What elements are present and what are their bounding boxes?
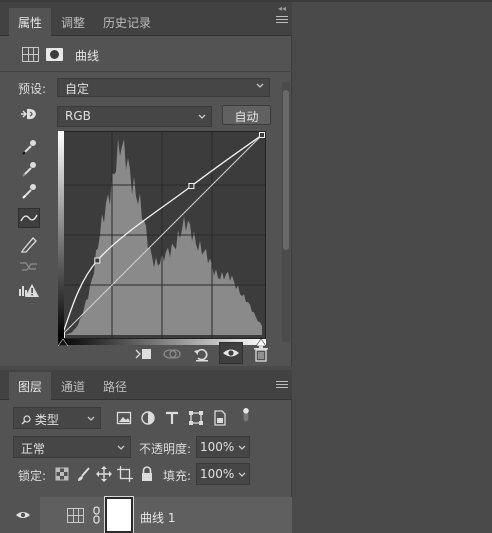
collapse-icon[interactable]: ◂◂ <box>278 4 286 13</box>
opacity-field[interactable]: 100% <box>196 436 250 458</box>
type-layer-filter-icon[interactable] <box>164 410 180 426</box>
adjustment-title: 曲线 <box>75 49 100 63</box>
tab-paths[interactable]: 路径 <box>94 372 136 400</box>
lock-all-icon[interactable] <box>139 466 155 482</box>
adjustment-header: 曲线 <box>0 36 292 72</box>
tab-label: 历史记录 <box>103 16 152 30</box>
curve-control-point[interactable] <box>188 182 195 189</box>
view-previous-icon[interactable] <box>163 346 181 362</box>
fill-value: 100% <box>200 467 235 481</box>
gray-point-eyedropper-icon[interactable] <box>18 159 40 179</box>
lock-image-pixels-icon[interactable] <box>76 466 92 482</box>
curve-tool-button[interactable] <box>18 208 40 228</box>
lock-artboard-icon[interactable] <box>117 466 133 482</box>
preset-value: 自定 <box>65 82 90 96</box>
properties-scrollbar-thumb[interactable] <box>283 90 289 250</box>
shape-layer-filter-icon[interactable] <box>188 410 204 426</box>
fill-field[interactable]: 100% <box>196 463 250 485</box>
panel-menu-icon[interactable] <box>276 381 288 390</box>
adjustment-layer-filter-icon[interactable] <box>140 410 156 426</box>
on-image-adjust-icon[interactable] <box>18 106 40 122</box>
chevron-down-icon[interactable] <box>238 444 246 452</box>
preset-label: 预设: <box>18 82 47 96</box>
curve-control-point[interactable] <box>94 257 101 264</box>
clipping-warning-icon[interactable] <box>18 280 40 300</box>
delete-icon[interactable] <box>252 346 270 362</box>
filter-type-select[interactable]: 类型 <box>13 407 101 429</box>
curves-graph[interactable] <box>58 131 266 339</box>
search-icon <box>21 415 31 425</box>
reset-icon[interactable] <box>193 346 211 362</box>
smooth-icon[interactable] <box>18 255 40 275</box>
tab-label: 调整 <box>61 16 86 30</box>
fill-label: 填充: <box>163 469 192 483</box>
curve-tool-icon <box>20 214 38 222</box>
black-point-eyedropper-icon[interactable] <box>18 137 40 157</box>
auto-button[interactable]: 自动 <box>222 105 271 125</box>
link-icon[interactable] <box>92 506 101 524</box>
tab-label: 路径 <box>103 380 128 394</box>
pencil-icon[interactable] <box>18 233 40 253</box>
layer-visibility-eye-icon[interactable] <box>15 509 31 521</box>
filter-type-label: 类型 <box>34 413 59 427</box>
curve-plot[interactable] <box>59 132 265 338</box>
tab-adjustments[interactable]: 调整 <box>52 8 94 36</box>
filter-toggle-icon[interactable] <box>238 406 254 422</box>
lock-position-icon[interactable] <box>96 466 112 482</box>
curves-layer-icon <box>67 508 84 523</box>
white-point-eyedropper-icon[interactable] <box>18 181 40 201</box>
layer-row[interactable]: 曲线 1 <box>0 496 292 533</box>
lock-label: 锁定: <box>18 469 47 483</box>
channel-value: RGB <box>65 109 91 123</box>
smart-object-filter-icon[interactable] <box>212 410 228 426</box>
pixel-layer-filter-icon[interactable] <box>116 410 132 426</box>
tab-properties[interactable]: 属性 <box>9 8 52 36</box>
tab-layers[interactable]: 图层 <box>9 372 52 400</box>
channel-select[interactable]: RGB <box>57 106 212 127</box>
layer-mask-icon[interactable] <box>46 48 63 61</box>
lock-transparent-pixels-icon[interactable] <box>54 466 70 482</box>
opacity-value: 100% <box>200 440 235 454</box>
clip-to-layer-icon[interactable] <box>134 346 152 362</box>
visibility-icon <box>223 349 239 357</box>
layers-panel: 图层 通道 路径 类型 正常 不透明度: 100% 锁定: 填充: 100% 曲… <box>0 370 292 533</box>
layer-mask-thumbnail[interactable] <box>104 496 134 533</box>
layer-name: 曲线 1 <box>140 511 176 525</box>
tab-label: 属性 <box>18 16 43 30</box>
chevron-down-icon <box>117 445 125 450</box>
opacity-label: 不透明度: <box>139 442 192 456</box>
curves-adjustment-icon <box>22 47 39 62</box>
tab-label: 图层 <box>18 380 43 394</box>
preset-select[interactable]: 自定 <box>57 78 270 97</box>
tab-history[interactable]: 历史记录 <box>94 8 160 36</box>
properties-tabbar: ◂◂ 属性 调整 历史记录 <box>0 2 292 36</box>
blend-mode-value: 正常 <box>21 442 46 456</box>
tab-channels[interactable]: 通道 <box>52 372 94 400</box>
panel-menu-icon[interactable] <box>276 16 288 25</box>
blend-mode-select[interactable]: 正常 <box>13 436 131 458</box>
properties-bottom-toolbar <box>0 340 292 366</box>
layers-tabbar: 图层 通道 路径 <box>0 370 292 400</box>
chevron-down-icon <box>87 416 95 421</box>
chevron-down-icon <box>256 83 264 88</box>
curve-control-point[interactable] <box>259 132 265 138</box>
tab-label: 通道 <box>61 380 86 394</box>
chevron-down-icon[interactable] <box>238 471 246 479</box>
chevron-down-icon <box>198 114 206 119</box>
visibility-toggle[interactable] <box>219 342 243 364</box>
output-gradient-bar <box>58 131 64 339</box>
